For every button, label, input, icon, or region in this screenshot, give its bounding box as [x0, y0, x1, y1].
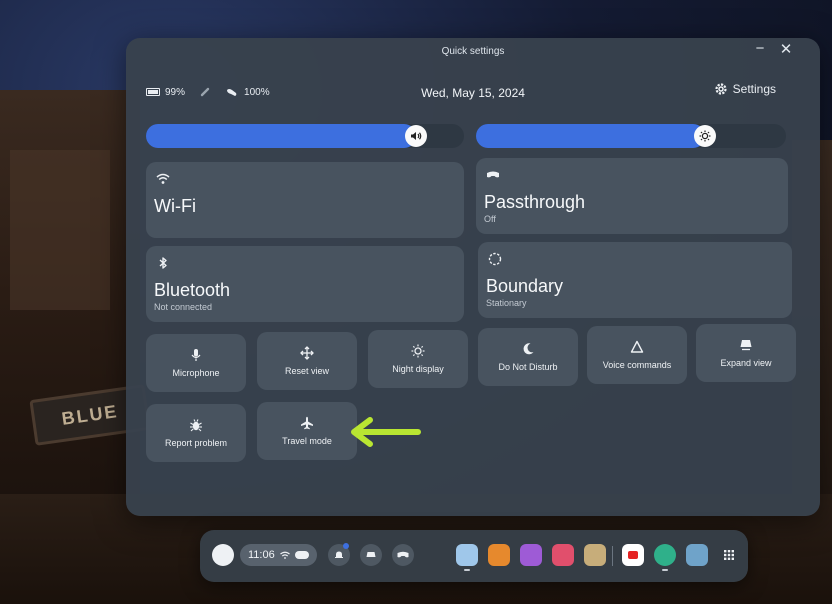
cast-icon [366, 552, 376, 557]
people-app[interactable] [520, 544, 542, 566]
wifi-icon [156, 173, 170, 184]
expand-icon [740, 340, 752, 351]
app-store-app[interactable] [456, 544, 478, 566]
time-status-pill[interactable]: 11:06 [240, 544, 317, 566]
voice-commands-label: Voice commands [602, 360, 672, 370]
headset-icon [487, 171, 499, 178]
quick-settings-panel: Quick settings − ✕ 99% 100% Wed, May 15,… [126, 38, 820, 516]
brightness-slider[interactable] [476, 124, 786, 148]
store-app[interactable] [488, 544, 510, 566]
reset-view-tile[interactable]: Reset view [257, 332, 357, 390]
avatar[interactable] [212, 544, 234, 566]
volume-slider[interactable] [146, 124, 464, 148]
airplane-icon [301, 416, 313, 430]
bug-icon [190, 419, 202, 432]
app-library-button[interactable] [718, 544, 740, 566]
photos-app[interactable] [686, 544, 708, 566]
expand-view-label: Expand view [720, 358, 772, 368]
wifi-tile[interactable]: Wi-Fi [146, 162, 464, 238]
sun-icon [411, 344, 425, 358]
do-not-disturb-tile[interactable]: Do Not Disturb [478, 328, 578, 386]
travel-mode-label: Travel mode [282, 436, 332, 446]
brightness-icon [699, 130, 711, 142]
youtube-app[interactable] [622, 544, 644, 566]
running-indicator [662, 569, 668, 571]
headset-small-icon [397, 551, 409, 558]
brightness-knob[interactable] [694, 125, 716, 147]
wifi-label: Wi-Fi [154, 196, 196, 216]
move-icon [300, 346, 314, 360]
taskbar-divider [612, 546, 613, 566]
grid-icon [724, 550, 734, 560]
boundary-icon [488, 252, 502, 266]
night-display-tile[interactable]: Night display [368, 330, 468, 388]
microphone-label: Microphone [172, 368, 220, 378]
clock-time: 11:06 [248, 549, 275, 561]
camera-app[interactable] [552, 544, 574, 566]
passthrough-status: Off [484, 214, 496, 224]
report-problem-tile[interactable]: Report problem [146, 404, 246, 462]
panel-title: Quick settings [441, 46, 505, 57]
boundary-status: Stationary [486, 298, 527, 308]
settings-button[interactable]: Settings [714, 82, 776, 96]
bluetooth-status: Not connected [154, 302, 213, 312]
passthrough-button[interactable] [392, 544, 414, 566]
running-indicator [464, 569, 470, 571]
notification-badge [343, 543, 349, 549]
passthrough-tile[interactable]: Passthrough Off [476, 158, 788, 234]
settings-label: Settings [732, 82, 776, 96]
bluetooth-label: Bluetooth [154, 280, 231, 300]
report-problem-label: Report problem [164, 438, 228, 448]
wifi-status-icon [279, 551, 290, 559]
bluetooth-tile[interactable]: Bluetooth Not connected [146, 246, 464, 322]
bluetooth-icon [159, 257, 167, 269]
voice-icon [630, 340, 644, 353]
battery-pill-icon [294, 551, 309, 559]
reset-view-label: Reset view [284, 366, 329, 376]
settings-app[interactable] [654, 544, 676, 566]
passthrough-label: Passthrough [484, 192, 586, 212]
do-not-disturb-label: Do Not Disturb [498, 362, 558, 372]
volume-knob[interactable] [405, 125, 427, 147]
minimize-button[interactable]: − [750, 40, 770, 57]
night-display-label: Night display [392, 364, 444, 374]
moon-icon [523, 343, 534, 355]
microphone-tile[interactable]: Microphone [146, 334, 246, 392]
people-button[interactable] [360, 544, 382, 566]
boundary-label: Boundary [486, 276, 564, 296]
volume-fill [146, 124, 416, 148]
boundary-tile[interactable]: Boundary Stationary [478, 242, 792, 318]
youtube-icon [628, 551, 638, 559]
highlight-arrow [351, 417, 421, 447]
taskbar: 11:06 [200, 530, 748, 582]
brightness-fill [476, 124, 705, 148]
travel-mode-tile[interactable]: Travel mode [257, 402, 357, 460]
expand-view-tile[interactable]: Expand view [696, 324, 796, 382]
close-button[interactable]: ✕ [776, 40, 796, 58]
voice-commands-tile[interactable]: Voice commands [587, 326, 687, 384]
speaker-icon [411, 132, 422, 140]
bell-icon [335, 551, 343, 558]
microphone-icon [191, 349, 201, 361]
gear-icon [715, 83, 727, 95]
files-app[interactable] [584, 544, 606, 566]
